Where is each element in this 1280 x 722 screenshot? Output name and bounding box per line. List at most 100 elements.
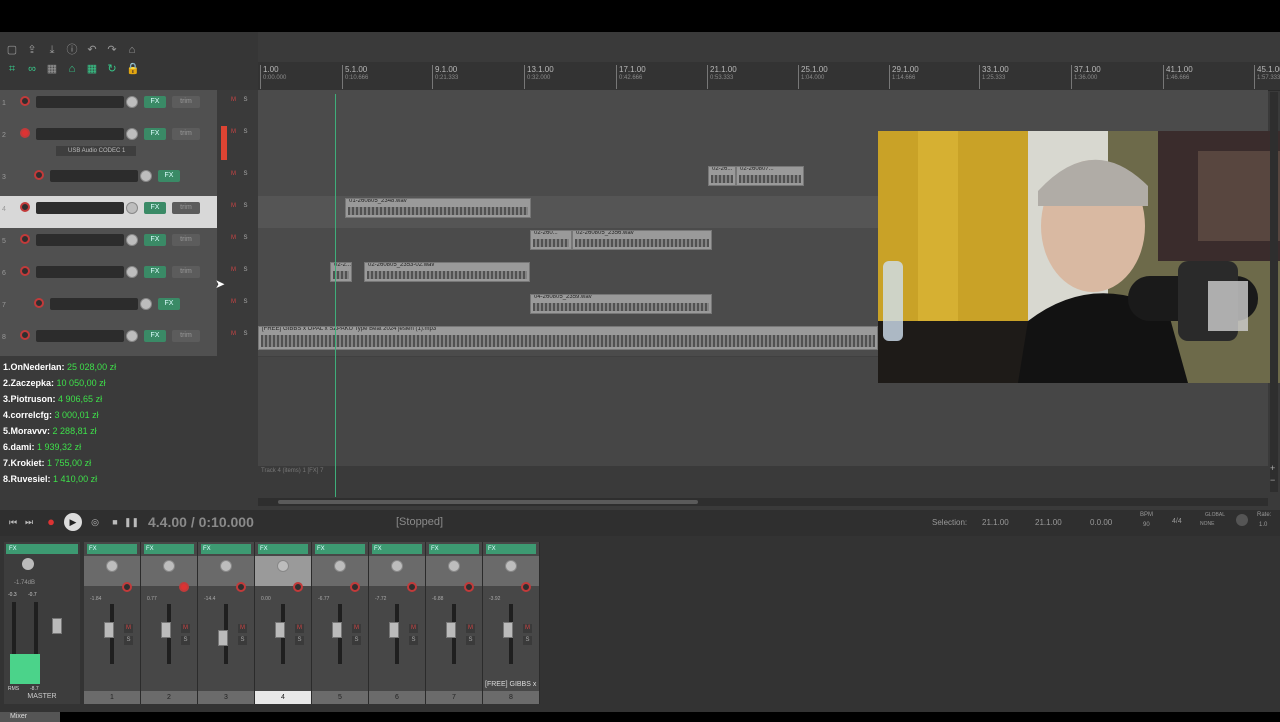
channel-solo-button[interactable]: S (124, 636, 133, 645)
trim-button[interactable]: trim (172, 202, 200, 214)
track-fx-button[interactable]: FX (158, 298, 180, 310)
track-name-field[interactable] (36, 128, 124, 140)
mixer-channel-3[interactable]: FX -14.4 M S 3 (198, 542, 255, 704)
record-arm-button[interactable] (34, 170, 44, 180)
channel-fx-button[interactable]: FX (201, 544, 251, 554)
selection-end[interactable]: 21.1.00 (1035, 518, 1062, 527)
mixer-channel-6[interactable]: FX -7.72 M S 6 (369, 542, 426, 704)
timeline-ruler[interactable]: 1.00 0:00.000 5.1.00 0:10.666 9.1.00 0:21.333… (258, 62, 1280, 91)
input-selector[interactable]: USB Audio CODEC 1 (56, 146, 136, 156)
mixer-channel-2[interactable]: FX 0.77 M S 2 (141, 542, 198, 704)
track-fx-button[interactable]: FX (144, 96, 166, 108)
mixer-channel-8[interactable]: FX -3.92 M S [FREE] GIBBS x 8 (483, 542, 540, 704)
track-name-field[interactable] (50, 298, 138, 310)
solo-button[interactable]: S (241, 128, 250, 137)
media-item[interactable]: 01-260805_2348.wav (345, 198, 531, 218)
track-panel-3[interactable]: 3 FX (0, 164, 217, 197)
volume-knob[interactable] (126, 202, 138, 214)
stop-button[interactable]: ■ (108, 515, 122, 529)
channel-mute-button[interactable]: M (238, 624, 247, 633)
link-icon[interactable]: ∞ (26, 63, 38, 75)
mixer-channel-7[interactable]: FX -6.88 M S 7 (426, 542, 483, 704)
trim-button[interactable]: trim (172, 330, 200, 342)
channel-fader[interactable] (275, 622, 285, 638)
channel-mute-button[interactable]: M (124, 624, 133, 633)
record-arm-button[interactable] (20, 96, 30, 106)
project-settings-icon[interactable]: ⓘ (66, 44, 78, 56)
channel-mute-button[interactable]: M (523, 624, 532, 633)
track-fx-button[interactable]: FX (158, 170, 180, 182)
media-item[interactable]: 04-260805_2359.wav (530, 294, 712, 314)
channel-solo-button[interactable]: S (238, 636, 247, 645)
pan-knob[interactable] (505, 560, 517, 572)
channel-fx-button[interactable]: FX (315, 544, 365, 554)
redo-icon[interactable]: ↷ (106, 44, 118, 56)
channel-record-arm[interactable] (293, 582, 303, 592)
master-fx-button[interactable]: FX (6, 544, 78, 554)
record-arm-button[interactable] (20, 234, 30, 244)
channel-fx-button[interactable]: FX (372, 544, 422, 554)
vertical-scrollbar[interactable] (1270, 92, 1278, 492)
open-project-icon[interactable]: ⇪ (26, 44, 38, 56)
channel-mute-button[interactable]: M (295, 624, 304, 633)
channel-fx-button[interactable]: FX (258, 544, 308, 554)
track-name-field[interactable] (36, 202, 124, 214)
track-name-field[interactable] (36, 234, 124, 246)
solo-button[interactable]: S (241, 96, 250, 105)
mute-button[interactable]: M (229, 128, 238, 137)
mute-button[interactable]: M (229, 170, 238, 179)
channel-record-arm[interactable] (464, 582, 474, 592)
rate-knob[interactable] (1236, 514, 1248, 526)
volume-knob[interactable] (140, 298, 152, 310)
rate-value[interactable]: 1.0 (1259, 522, 1267, 528)
channel-solo-button[interactable]: S (295, 636, 304, 645)
pan-knob[interactable] (163, 560, 175, 572)
pan-knob[interactable] (277, 560, 289, 572)
master-pan-knob[interactable] (22, 558, 34, 570)
track-panel-6[interactable]: 6 FX trim (0, 260, 217, 293)
media-item[interactable]: 02-26... (708, 166, 736, 186)
horizontal-scrollbar[interactable] (258, 498, 1268, 506)
solo-button[interactable]: S (241, 330, 250, 339)
selection-start[interactable]: 21.1.00 (982, 518, 1009, 527)
trim-button[interactable]: trim (172, 96, 200, 108)
channel-solo-button[interactable]: S (523, 636, 532, 645)
record-arm-button[interactable] (34, 298, 44, 308)
mute-button[interactable]: M (229, 330, 238, 339)
time-signature[interactable]: 4/4 (1172, 518, 1182, 525)
channel-fader[interactable] (503, 622, 513, 638)
track-fx-button[interactable]: FX (144, 128, 166, 140)
record-button[interactable]: ● (44, 515, 58, 529)
channel-fader[interactable] (104, 622, 114, 638)
pan-knob[interactable] (220, 560, 232, 572)
bpm-value[interactable]: 90 (1143, 522, 1150, 528)
track-name-field[interactable] (50, 170, 138, 182)
media-item[interactable]: 02-2... (330, 262, 352, 282)
track-name-field[interactable] (36, 96, 124, 108)
play-button[interactable]: ▶ (64, 513, 82, 531)
channel-record-arm[interactable] (122, 582, 132, 592)
selection-length[interactable]: 0.0.00 (1090, 518, 1112, 527)
record-arm-button[interactable] (20, 128, 30, 138)
zoom-icon[interactable]: + − (1270, 462, 1275, 486)
grid-icon[interactable]: ⌗ (6, 63, 18, 75)
pan-knob[interactable] (448, 560, 460, 572)
mute-button[interactable]: M (229, 96, 238, 105)
trim-button[interactable]: trim (172, 128, 200, 140)
channel-fader[interactable] (446, 622, 456, 638)
pan-knob[interactable] (106, 560, 118, 572)
lock-icon[interactable]: 🔒 (126, 63, 140, 75)
trim-button[interactable]: trim (172, 234, 200, 246)
global-mode[interactable]: NONE (1200, 521, 1214, 527)
pause-button[interactable]: ❚❚ (124, 515, 139, 529)
ripple-icon[interactable]: ⌂ (66, 63, 78, 75)
metronome-icon[interactable]: ⌂ (126, 44, 138, 56)
track-panel-5[interactable]: 5 FX trim (0, 228, 217, 261)
channel-fader[interactable] (218, 630, 228, 646)
loop-icon[interactable]: ↻ (106, 63, 118, 75)
channel-mute-button[interactable]: M (352, 624, 361, 633)
channel-fx-button[interactable]: FX (87, 544, 137, 554)
volume-knob[interactable] (126, 128, 138, 140)
mixer-channel-4[interactable]: FX 0.00 M S 4 (255, 542, 312, 704)
channel-fx-button[interactable]: FX (144, 544, 194, 554)
